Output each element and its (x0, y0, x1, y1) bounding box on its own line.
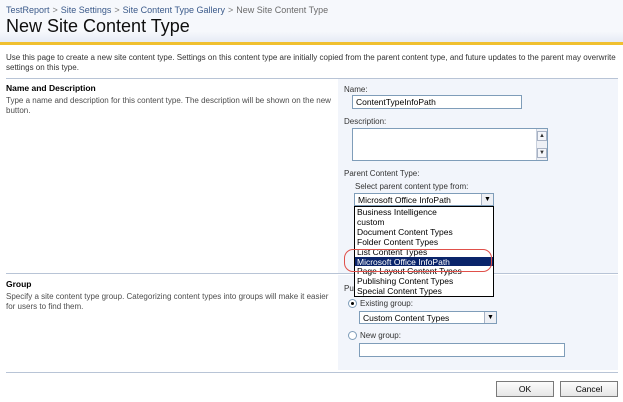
page-header: TestReport > Site Settings > Site Content Ty… (0, 0, 623, 45)
breadcrumb-link-site-settings[interactable]: Site Settings (61, 5, 112, 15)
new-group-label: New group: (360, 331, 401, 340)
new-group-input[interactable] (359, 343, 565, 357)
dropdown-option[interactable]: Publishing Content Types (355, 276, 493, 286)
scroll-up-icon[interactable]: ▲ (537, 131, 547, 141)
parent-content-type-label: Parent Content Type: (344, 169, 420, 178)
breadcrumb: TestReport > Site Settings > Site Content Ty… (6, 5, 328, 15)
page-intro-text: Use this page to create a new site conte… (6, 53, 616, 72)
breadcrumb-separator: > (227, 5, 234, 15)
dropdown-option[interactable]: Document Content Types (355, 227, 493, 237)
breadcrumb-separator: > (52, 5, 58, 15)
put-in-group-label: Pu (344, 284, 354, 293)
existing-group-select[interactable]: Custom Content Types ▼ (359, 311, 497, 324)
select-parent-from-label: Select parent content type from: (355, 182, 469, 191)
dropdown-option[interactable]: Business Intelligence (355, 207, 493, 217)
dropdown-option[interactable]: Folder Content Types (355, 237, 493, 247)
name-label: Name: (344, 85, 368, 94)
chevron-down-icon[interactable]: ▼ (484, 312, 496, 323)
dropdown-option[interactable]: custom (355, 217, 493, 227)
scroll-down-icon[interactable]: ▼ (537, 148, 547, 158)
breadcrumb-separator: > (114, 5, 120, 15)
breadcrumb-current: New Site Content Type (236, 5, 329, 15)
section-description-group: Specify a site content type group. Categ… (6, 292, 329, 311)
description-textarea[interactable]: ▲ ▼ (352, 128, 548, 161)
existing-group-radio[interactable] (348, 299, 357, 308)
breadcrumb-link-content-type-gallery[interactable]: Site Content Type Gallery (123, 5, 225, 15)
name-input[interactable]: ContentTypeInfoPath (352, 95, 522, 109)
section-divider (6, 372, 618, 373)
page-title: New Site Content Type (6, 16, 190, 36)
section-description-name: Type a name and description for this con… (6, 96, 331, 115)
description-scrollbar[interactable]: ▲ ▼ (536, 129, 547, 160)
annotation-highlight-ring (344, 249, 492, 272)
existing-group-select-value: Custom Content Types (363, 313, 450, 323)
parent-group-select[interactable]: Microsoft Office InfoPath ▼ (354, 193, 494, 206)
cancel-button[interactable]: Cancel (560, 381, 618, 397)
section-title-name-description: Name and Description (6, 83, 96, 93)
new-group-radio[interactable] (348, 331, 357, 340)
section-divider (6, 273, 618, 274)
existing-group-label: Existing group: (360, 299, 413, 308)
dropdown-option[interactable]: Special Content Types (355, 286, 493, 296)
breadcrumb-link-testreport[interactable]: TestReport (6, 5, 50, 15)
chevron-down-icon[interactable]: ▼ (481, 194, 493, 205)
section-title-group: Group (6, 279, 32, 289)
ok-button[interactable]: OK (496, 381, 554, 397)
description-label: Description: (344, 117, 387, 126)
parent-group-select-value: Microsoft Office InfoPath (358, 195, 451, 205)
